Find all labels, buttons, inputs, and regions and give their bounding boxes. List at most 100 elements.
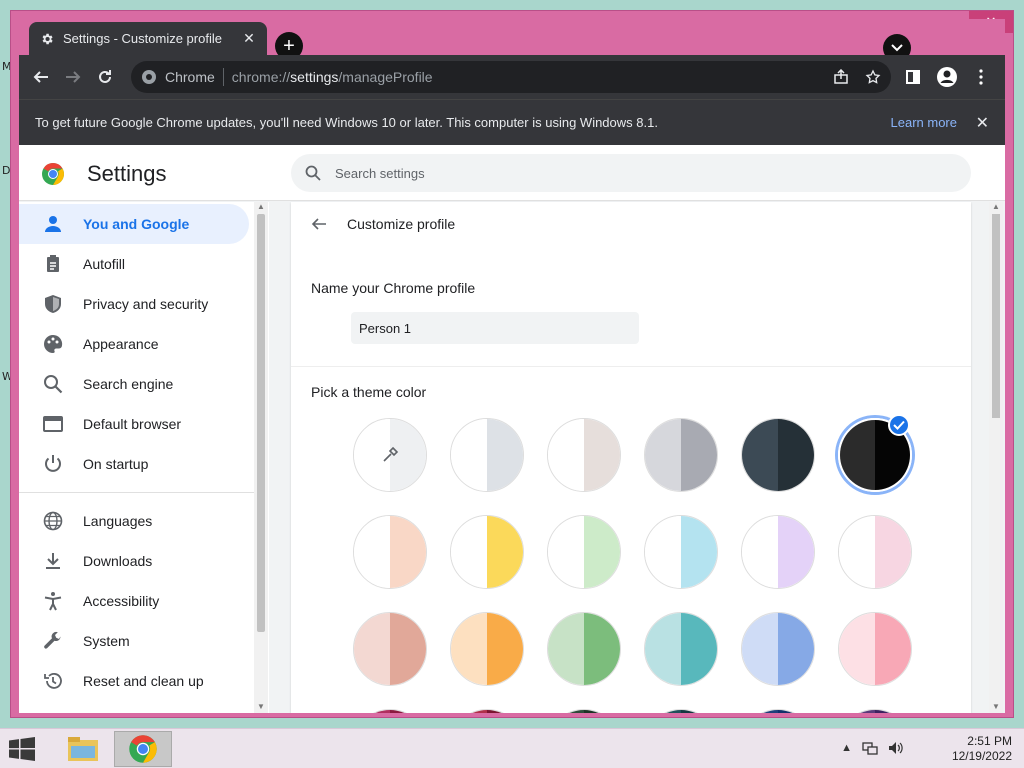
sidebar-item-label: Autofill [83,256,126,272]
side-panel-icon [906,70,920,84]
sidebar-item-label: Default browser [83,416,182,432]
theme-color-swatch[interactable] [353,515,427,589]
sidebar-item-you-and-google[interactable]: You and Google [19,204,249,244]
sidebar-item-label: Privacy and security [83,296,209,312]
more-vert-icon [979,69,983,85]
power-icon [43,454,63,474]
windows-start-icon[interactable] [8,737,36,761]
theme-color-swatch[interactable] [644,515,718,589]
theme-color-swatch[interactable] [644,612,718,686]
tab-settings[interactable]: Settings - Customize profile ✕ [29,22,267,55]
scroll-down-icon: ▼ [257,702,265,711]
sidebar-item-reset-and-clean-up[interactable]: Reset and clean up [19,661,269,701]
person-icon [43,214,63,234]
theme-color-swatch[interactable] [741,709,815,713]
file-explorer-taskbar-button[interactable] [54,731,112,767]
sidebar-item-appearance[interactable]: Appearance [19,324,269,364]
infobar-message: To get future Google Chrome updates, you… [35,115,658,130]
clock-date: 12/19/2022 [951,749,1012,763]
theme-color-swatch[interactable] [450,515,524,589]
clipboard-icon [43,254,63,274]
theme-color-swatch[interactable] [644,709,718,713]
tab-close-button[interactable]: ✕ [241,30,257,47]
sidebar-item-autofill[interactable]: Autofill [19,244,269,284]
theme-color-swatch[interactable] [353,612,427,686]
profile-name-field[interactable] [351,312,639,344]
theme-color-swatch[interactable] [450,709,524,713]
chevron-down-icon [891,44,903,52]
sidebar-item-privacy-and-security[interactable]: Privacy and security [19,284,269,324]
theme-color-swatch[interactable] [838,515,912,589]
theme-color-swatch[interactable] [547,515,621,589]
theme-color-swatch[interactable] [644,418,718,492]
learn-more-link[interactable]: Learn more [891,115,957,130]
sidebar-item-languages[interactable]: Languages [19,501,269,541]
search-icon [305,165,321,181]
show-hidden-icons-icon[interactable]: ▲ [841,742,852,754]
sidebar-item-label: Appearance [83,336,159,352]
sidebar-scrollbar[interactable]: ▲ ▼ [254,202,268,713]
infobar-close-button[interactable]: ✕ [976,113,989,133]
theme-color-swatch[interactable] [353,709,427,713]
update-infobar: To get future Google Chrome updates, you… [19,99,1005,145]
theme-color-label: Pick a theme color [311,384,427,400]
page-scrollbar[interactable]: ▲ ▼ [989,202,1003,713]
theme-color-swatch[interactable] [547,612,621,686]
search-input[interactable]: Search settings [291,154,971,192]
globe-icon [43,511,63,531]
theme-color-swatch[interactable] [741,515,815,589]
sidebar-item-accessibility[interactable]: Accessibility [19,581,269,621]
shield-icon [43,294,63,314]
settings-header: Settings Search settings [19,145,1005,201]
browser-window: – □ ✕ Settings - Customize profile ✕ + [10,10,1014,718]
theme-color-swatch[interactable] [547,709,621,713]
subpage-title: Customize profile [347,216,456,232]
system-tray: ▲ [841,741,904,755]
scroll-down-icon: ▼ [992,702,1000,711]
share-icon[interactable] [833,69,849,85]
reload-button[interactable] [89,61,121,93]
theme-color-swatch[interactable] [450,612,524,686]
scrollbar-thumb[interactable] [257,214,265,632]
sidebar-item-label: You and Google [83,216,190,232]
theme-color-swatch[interactable] [741,612,815,686]
profile-name-label: Name your Chrome profile [311,280,476,296]
taskbar-clock[interactable]: 2:51 PM 12/19/2022 [952,734,1012,764]
sidebar-item-search-engine[interactable]: Search engine [19,364,269,404]
browser-icon [43,414,63,434]
profile-button[interactable] [931,61,963,93]
network-icon[interactable] [862,741,878,755]
sidebar-item-label: Languages [83,513,153,529]
arrow-right-icon [66,71,81,83]
tab-title: Settings - Customize profile [63,31,222,46]
theme-color-swatch[interactable] [547,418,621,492]
star-icon[interactable] [865,69,881,85]
sidebar-item-default-browser[interactable]: Default browser [19,404,269,444]
address-bar[interactable]: Chrome chrome://settings/manageProfile [131,61,891,93]
forward-button[interactable] [57,61,89,93]
chrome-taskbar-button[interactable] [114,731,172,767]
url-scheme: chrome:// [231,69,291,85]
reload-icon [99,70,111,83]
customize-profile-card: Customize profile Name your Chrome profi… [291,202,971,713]
sidebar-item-system[interactable]: System [19,621,269,661]
scrollbar-thumb[interactable] [992,214,1000,418]
theme-color-swatch[interactable] [838,709,912,713]
sidebar-item-downloads[interactable]: Downloads [19,541,269,581]
menu-button[interactable] [965,61,997,93]
arrow-left-icon[interactable] [311,216,327,232]
back-button[interactable] [25,61,57,93]
divider [291,366,971,367]
taskbar: ▲ 2:51 PM 12/19/2022 [0,728,1024,768]
theme-color-swatch[interactable] [450,418,524,492]
search-icon [43,374,63,394]
toolbar-right [897,61,997,93]
custom-color-picker-button[interactable] [353,418,427,492]
side-panel-button[interactable] [897,61,929,93]
theme-color-swatch[interactable] [741,418,815,492]
subpage-header: Customize profile [311,216,455,232]
sidebar-item-label: Accessibility [83,593,160,609]
sidebar-item-on-startup[interactable]: On startup [19,444,269,484]
volume-icon[interactable] [888,741,904,755]
theme-color-swatch[interactable] [838,612,912,686]
